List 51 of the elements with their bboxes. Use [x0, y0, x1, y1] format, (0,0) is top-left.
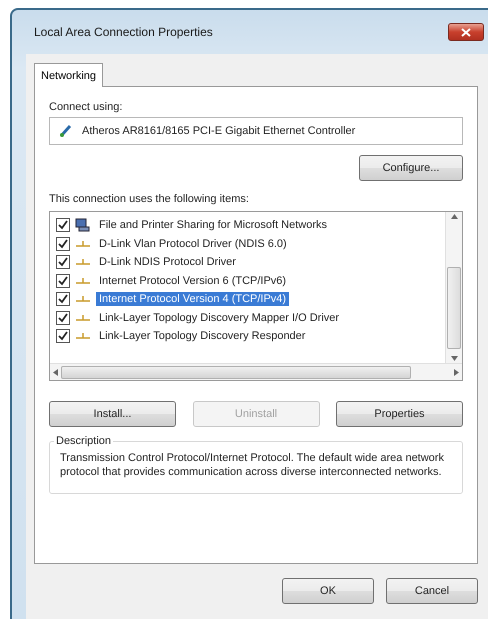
checkmark-icon — [58, 276, 68, 286]
horizontal-scrollbar[interactable] — [50, 363, 462, 380]
checkbox[interactable] — [56, 274, 70, 288]
up-arrow-icon — [450, 214, 458, 219]
network-protocol-icon — [75, 238, 91, 249]
list-item[interactable]: D-Link Vlan Protocol Driver (NDIS 6.0) — [96, 236, 290, 251]
list-item[interactable]: File and Printer Sharing for Microsoft Networks — [96, 218, 330, 232]
checkmark-icon — [58, 238, 68, 249]
checkmark-icon — [58, 257, 68, 268]
group-title: Description — [55, 435, 112, 447]
network-protocol-icon — [75, 312, 91, 323]
configure-button[interactable]: Configure... — [359, 155, 463, 181]
list-item[interactable]: D-Link NDIS Protocol Driver — [96, 255, 239, 270]
network-protocol-icon — [75, 276, 91, 286]
description-text: Transmission Control Protocol/Internet Protocol. The default wide area network protocol that provides communication across diverse interconnected networks. — [60, 451, 445, 479]
checkmark-icon — [58, 331, 68, 342]
network-adapter-icon — [58, 123, 74, 139]
dialog-button[interactable]: OK — [282, 578, 374, 604]
checkmark-icon — [58, 220, 68, 230]
list-label: This connection uses the following items: — [49, 193, 250, 205]
checkbox[interactable] — [56, 255, 70, 270]
list-item[interactable]: Link-Layer Topology Discovery Responder — [96, 329, 308, 344]
network-protocol-icon — [75, 294, 91, 304]
tab[interactable]: Networking — [34, 63, 104, 87]
scroll-thumb[interactable] — [447, 266, 461, 348]
list-item[interactable]: Link-Layer Topology Discovery Mapper I/O Driver — [96, 310, 342, 325]
field-label: Connect using: — [49, 101, 124, 113]
checkbox[interactable] — [56, 329, 70, 344]
list-item[interactable]: Internet Protocol Version 4 (TCP/IPv4) — [96, 292, 290, 306]
checkbox[interactable] — [56, 236, 70, 251]
adapter-name: Atheros AR8161/8165 PCI-E Gigabit Ethernet Controller — [82, 125, 356, 137]
checkbox[interactable] — [56, 310, 70, 325]
network-protocol-icon — [75, 257, 91, 268]
network-protocol-icon — [75, 331, 91, 342]
checkmark-icon — [58, 294, 68, 304]
scroll-thumb[interactable] — [61, 366, 411, 378]
down-arrow-icon — [450, 356, 458, 361]
action-button[interactable]: Install... — [49, 401, 176, 427]
computer-icon — [75, 218, 91, 232]
list-item[interactable]: Internet Protocol Version 6 (TCP/IPv6) — [96, 274, 290, 288]
checkbox[interactable] — [56, 292, 70, 306]
checkbox[interactable] — [56, 218, 70, 232]
close-icon — [461, 28, 471, 36]
left-arrow-icon — [53, 368, 58, 376]
action-button[interactable]: Properties — [336, 401, 463, 427]
checkmark-icon — [58, 312, 68, 323]
dialog-button[interactable]: Cancel — [386, 578, 478, 604]
window-title: Local Area Connection Properties — [34, 25, 213, 39]
vertical-scrollbar[interactable] — [445, 212, 462, 363]
close-button[interactable] — [448, 23, 484, 41]
right-arrow-icon — [454, 368, 459, 376]
